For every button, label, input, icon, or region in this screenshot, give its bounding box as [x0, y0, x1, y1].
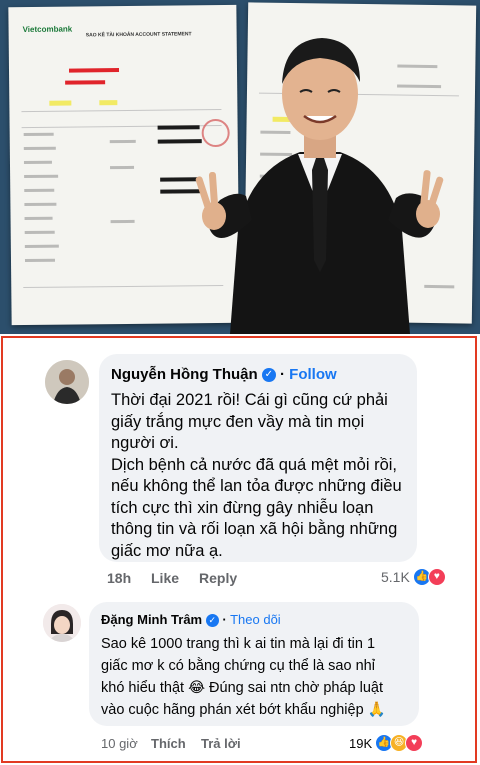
- separator-dot: ·: [222, 612, 227, 627]
- table-text: [110, 219, 135, 224]
- table-text: [109, 139, 136, 144]
- verified-badge-icon: ✓: [205, 614, 219, 628]
- person-icon: [43, 604, 81, 642]
- comment-header: Nguyễn Hồng Thuận ✓ · Follow: [111, 366, 337, 383]
- comment-line: Dịch bệnh cả nước đã quá mệt mỏi rồi,: [111, 455, 398, 474]
- like-button[interactable]: Thích: [151, 736, 186, 751]
- table-text: [24, 258, 56, 263]
- comment-line: khó hiểu thật 😂 Đúng sai ntn chờ pháp lu…: [101, 680, 383, 696]
- reaction-summary[interactable]: 5.1K 👍 ♥: [381, 568, 446, 586]
- reply-button[interactable]: Trả lời: [201, 736, 241, 751]
- statement-title: SAO KÊ TÀI KHOẢN ACCOUNT STATEMENT: [85, 31, 192, 39]
- comment-line: nếu không thể lan tỏa được những điều: [111, 477, 402, 495]
- table-text: [110, 165, 135, 170]
- table-text: [23, 132, 54, 137]
- comment-time[interactable]: 10 giờ: [101, 736, 138, 751]
- table-text: [24, 230, 55, 235]
- comment-author[interactable]: Nguyễn Hồng Thuận: [111, 366, 258, 383]
- table-text: [24, 188, 55, 193]
- reaction-count: 5.1K: [381, 569, 410, 585]
- comment-line: tích cực thì xin đừng gây nhiễu loạn: [111, 498, 374, 517]
- love-icon: ♥: [427, 568, 446, 586]
- comment-line: Sao kê 1000 trang thì k ai tin mà lại đi…: [101, 636, 376, 652]
- love-icon: ♥: [405, 734, 424, 752]
- reaction-count: 19K: [349, 735, 373, 751]
- redaction-mark: [65, 80, 106, 85]
- comment-line: thông tin và rối loạn xã hội bằng những: [111, 520, 398, 538]
- avatar[interactable]: [45, 360, 89, 404]
- like-button[interactable]: Like: [151, 570, 179, 586]
- bank-brand: Vietcombank: [22, 24, 73, 35]
- man-in-suit-figure: [195, 38, 444, 334]
- comment-time[interactable]: 18h: [107, 570, 131, 586]
- comment-text: Sao kê 1000 trang thì k ai tin mà lại đi…: [101, 633, 386, 721]
- avatar[interactable]: [43, 604, 81, 642]
- comment-text: Thời đại 2021 rồi! Cái gì cũng cứ phải g…: [111, 390, 402, 562]
- comment-line: vào cuộc hãng phán xét bớt khẩu nghiệp 🙏: [101, 702, 386, 718]
- highlight-mark: [99, 100, 118, 106]
- reaction-summary[interactable]: 19K 👍 😆 ♥: [349, 734, 424, 752]
- comment-bubble: Nguyễn Hồng Thuận ✓ · Follow Thời đại 20…: [99, 354, 417, 562]
- table-text: [24, 202, 57, 207]
- comments-panel: Nguyễn Hồng Thuận ✓ · Follow Thời đại 20…: [1, 336, 477, 763]
- follow-button[interactable]: Follow: [289, 366, 337, 383]
- news-photo: Vietcombank SAO KÊ TÀI KHOẢN ACCOUNT STA…: [0, 0, 480, 334]
- follow-button[interactable]: Theo dõi: [230, 612, 281, 627]
- separator-dot: ·: [280, 366, 285, 383]
- highlight-mark: [49, 100, 72, 106]
- redaction-mark: [68, 68, 120, 73]
- comment-line: giấc mơ nữa ạ.: [111, 541, 223, 560]
- comment-line: giấy trắng mực đen vầy mà tin mọi: [111, 412, 365, 431]
- reply-button[interactable]: Reply: [199, 570, 237, 586]
- comment-line: giấc mơ k có bằng chứng cụ thể là sao nh…: [101, 658, 375, 674]
- table-text: [24, 216, 53, 221]
- comment-header: Đặng Minh Trâm ✓ · Theo dõi: [101, 612, 281, 628]
- verified-badge-icon: ✓: [261, 368, 276, 383]
- table-text: [23, 146, 56, 151]
- comment-author[interactable]: Đặng Minh Trâm: [101, 612, 202, 627]
- comment-bubble: Đặng Minh Trâm ✓ · Theo dõi Sao kê 1000 …: [89, 602, 419, 726]
- comment-line: Thời đại 2021 rồi! Cái gì cũng cứ phải: [111, 391, 388, 409]
- table-text: [24, 244, 59, 249]
- person-icon: [45, 360, 89, 404]
- table-text: [23, 160, 52, 165]
- table-text: [24, 174, 59, 179]
- comment-line: người ơi.: [111, 434, 179, 452]
